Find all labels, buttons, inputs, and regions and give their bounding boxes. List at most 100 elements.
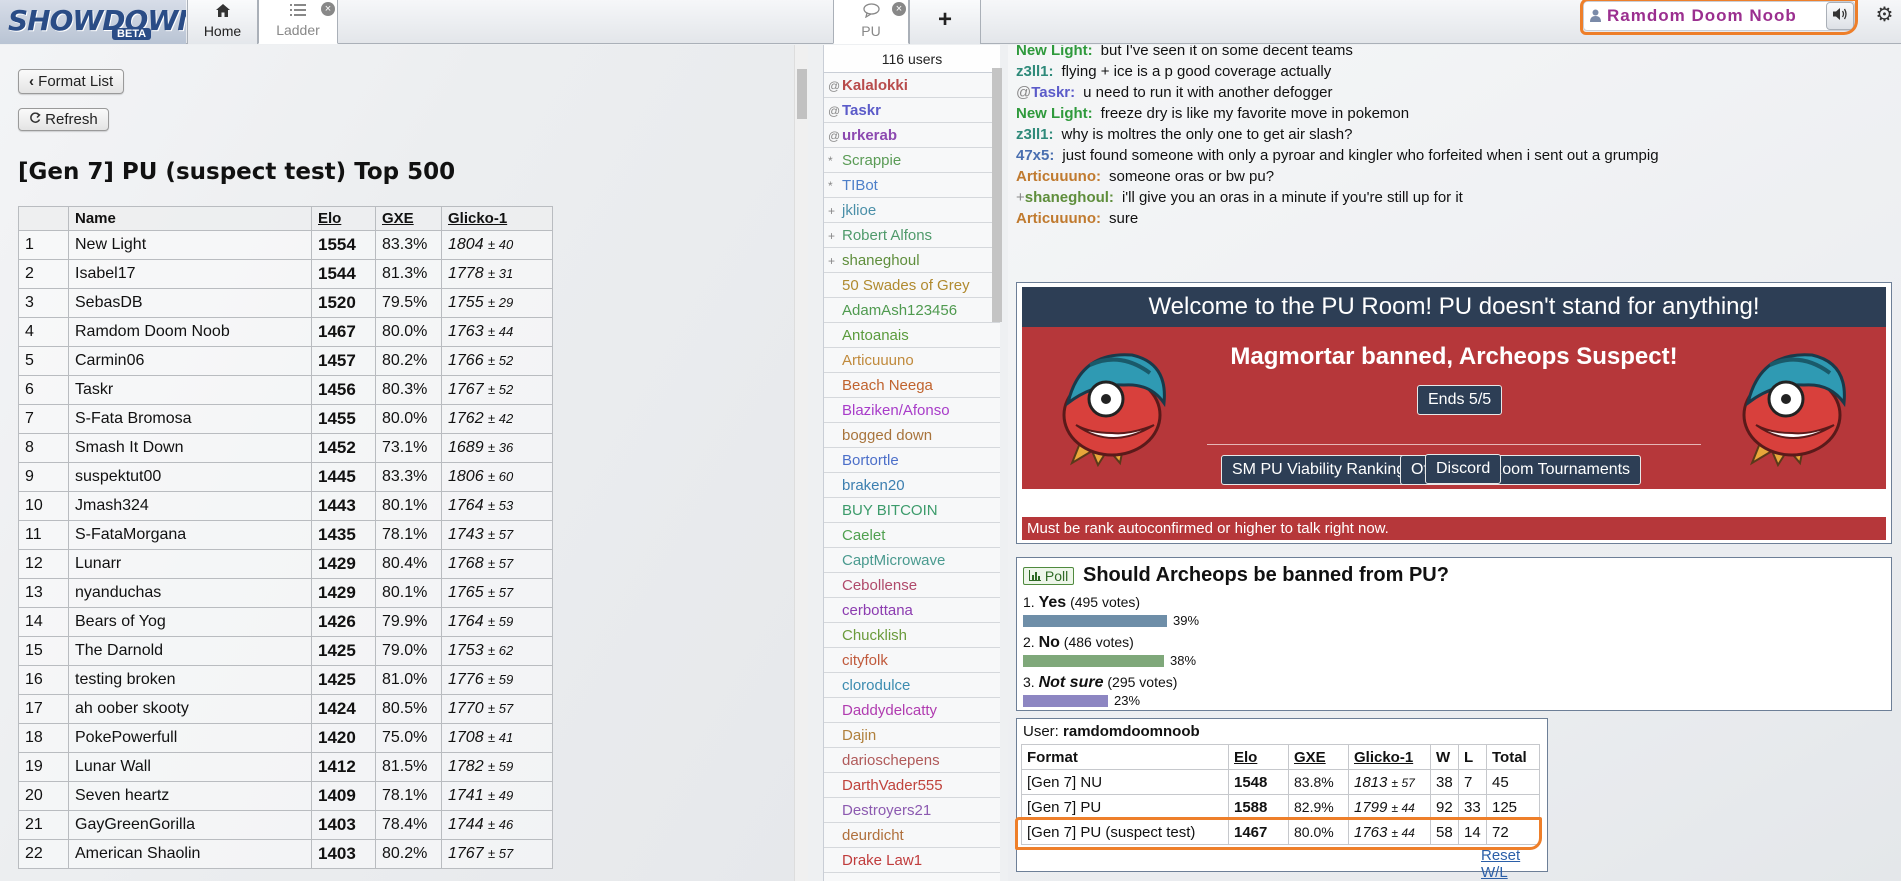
chat-author[interactable]: @Taskr: [1016, 84, 1075, 101]
new-tab-button[interactable]: + [909, 0, 981, 44]
ladder-player-name[interactable]: GayGreenGorilla [68, 810, 312, 840]
chat-author[interactable]: New Light: [1016, 105, 1093, 122]
scroll-thumb[interactable] [797, 69, 807, 119]
user-count[interactable]: 116 users [824, 45, 1000, 73]
ladder-player-name[interactable]: ah oober skooty [68, 694, 312, 724]
glicko-rating: 1744 [448, 816, 484, 833]
userlist-item[interactable]: cerbottana [824, 598, 1000, 623]
ladder-player-name[interactable]: nyanduchas [68, 578, 312, 608]
ladder-player-name[interactable]: American Shaolin [68, 839, 312, 869]
refresh-button[interactable]: Refresh [18, 108, 109, 131]
suspect-end-date-button[interactable]: Ends 5/5 [1417, 385, 1503, 415]
chat-author[interactable]: z3ll1: [1016, 63, 1054, 80]
userlist-item[interactable]: Destroyers21 [824, 798, 1000, 823]
userlist-item[interactable]: darioschepens [824, 748, 1000, 773]
user-name-button[interactable]: Ramdom Doom Noob [1583, 1, 1855, 31]
close-icon[interactable]: × [321, 2, 335, 16]
userlist-item[interactable]: Beach Neega [824, 373, 1000, 398]
userlist-item[interactable]: Bortortle [824, 448, 1000, 473]
chat-author[interactable]: Articuuuno: [1016, 168, 1101, 185]
showdown-logo[interactable]: SHOWDOWN BETA [0, 0, 186, 44]
ladder-player-name[interactable]: New Light [68, 230, 312, 260]
close-icon[interactable]: × [892, 2, 906, 16]
reset-wl-link[interactable]: Reset W/L [1481, 847, 1547, 881]
ladder-player-name[interactable]: Seven heartz [68, 781, 312, 811]
userlist-item[interactable]: AdamAsh123456 [824, 298, 1000, 323]
userlist-item[interactable]: BUY BITCOIN [824, 498, 1000, 523]
ladder-rank: 22 [18, 839, 69, 869]
discord-button[interactable]: Discord [1425, 454, 1502, 484]
userlist-item[interactable]: DarthVader555 [824, 773, 1000, 798]
viability-rankings-button[interactable]: SM PU Viability Rankings [1221, 455, 1425, 485]
userlist-item[interactable]: * TIBot [824, 173, 1000, 198]
ladder-player-name[interactable]: Bears of Yog [68, 607, 312, 637]
settings-button[interactable]: ⚙ [1868, 0, 1901, 30]
ladder-player-name[interactable]: SebasDB [68, 288, 312, 318]
userlist-item[interactable]: @ Kalalokki [824, 73, 1000, 98]
userlist-scrollbar[interactable] [992, 68, 1002, 322]
tab-ladder[interactable]: Ladder × [258, 0, 338, 44]
ratings-format[interactable]: [Gen 7] PU [1021, 794, 1229, 820]
chat-author[interactable]: +shaneghoul: [1016, 189, 1114, 206]
userlist-item[interactable]: braken20 [824, 473, 1000, 498]
ratings-format[interactable]: [Gen 7] PU (suspect test) [1021, 819, 1229, 845]
userlist-item[interactable]: Chucklish [824, 623, 1000, 648]
ladder-player-name[interactable]: Carmin06 [68, 346, 312, 376]
userlist-item[interactable]: + Robert Alfons [824, 223, 1000, 248]
ladder-player-name[interactable]: Taskr [68, 375, 312, 405]
userlist-item[interactable]: @ Taskr [824, 98, 1000, 123]
glicko-rating: 1753 [448, 642, 484, 659]
userlist-item[interactable]: Daddydelcatty [824, 698, 1000, 723]
ladder-player-name[interactable]: Smash It Down [68, 433, 312, 463]
ratings-format[interactable]: [Gen 7] NU [1021, 769, 1229, 795]
chat-author[interactable]: z3ll1: [1016, 126, 1054, 143]
userlist-item[interactable]: + shaneghoul [824, 248, 1000, 273]
ladder-player-name[interactable]: S-FataMorgana [68, 520, 312, 550]
userlist-item[interactable]: Drake Law1 [824, 848, 1000, 873]
format-list-button[interactable]: ‹ Format List [18, 69, 125, 94]
userlist-item[interactable]: Blaziken/Afonso [824, 398, 1000, 423]
userlist-item[interactable]: 50 Swades of Grey [824, 273, 1000, 298]
ladder-player-name[interactable]: Jmash324 [68, 491, 312, 521]
ladder-player-name[interactable]: suspektut00 [68, 462, 312, 492]
userlist-item[interactable]: Dajin [824, 723, 1000, 748]
ladder-player-name[interactable]: Ramdom Doom Noob [68, 317, 312, 347]
poll-option[interactable]: 2. No (486 votes) [1023, 634, 1134, 652]
ladder-row: 15 The Darnold 1425 79.0% 1753 ± 62 [18, 636, 553, 666]
userlist-item[interactable]: clorodulce [824, 673, 1000, 698]
volume-button[interactable] [1826, 2, 1854, 30]
userlist-item[interactable]: + jklioe [824, 198, 1000, 223]
chat-author[interactable]: 47x5: [1016, 147, 1054, 164]
ladder-rows: 1 New Light 1554 83.3% 1804 ± 40 2 Isabel17 154… [18, 230, 553, 869]
gxe-header[interactable]: GXE [375, 206, 442, 231]
ladder-player-name[interactable]: Lunar Wall [68, 752, 312, 782]
userlist-item[interactable]: Caelet [824, 523, 1000, 548]
userlist-item[interactable]: @ urkerab [824, 123, 1000, 148]
chat-author[interactable]: New Light: [1016, 45, 1093, 59]
ladder-player-name[interactable]: PokePowerfull [68, 723, 312, 753]
ladder-elo: 1520 [311, 288, 376, 318]
userlist-item[interactable]: * Scrappie [824, 148, 1000, 173]
tab-pu-room[interactable]: PU × [833, 0, 909, 44]
elo-header[interactable]: Elo [311, 206, 376, 231]
glicko-header[interactable]: Glicko-1 [441, 206, 553, 231]
ladder-scrollbar[interactable] [794, 45, 808, 881]
poll-option[interactable]: 3. Not sure (295 votes) [1023, 674, 1177, 692]
tab-home[interactable]: Home [187, 0, 258, 44]
ladder-player-name[interactable]: Isabel17 [68, 259, 312, 289]
userlist-item[interactable]: deurdicht [824, 823, 1000, 848]
ladder-player-name[interactable]: The Darnold [68, 636, 312, 666]
chat-author[interactable]: Articuuuno: [1016, 210, 1101, 227]
ladder-player-name[interactable]: S-Fata Bromosa [68, 404, 312, 434]
userlist-item[interactable]: CaptMicrowave [824, 548, 1000, 573]
glicko-rating: 1766 [448, 352, 484, 369]
userlist-item[interactable]: Articuuuno [824, 348, 1000, 373]
poll-option[interactable]: 1. Yes (495 votes) [1023, 594, 1140, 612]
tab-ladder-label: Ladder [276, 22, 320, 38]
userlist-item[interactable]: Cebollense [824, 573, 1000, 598]
userlist-item[interactable]: Antoanais [824, 323, 1000, 348]
userlist-item[interactable]: cityfolk [824, 648, 1000, 673]
userlist-item[interactable]: bogged down [824, 423, 1000, 448]
ladder-player-name[interactable]: Lunarr [68, 549, 312, 579]
ladder-player-name[interactable]: testing broken [68, 665, 312, 695]
